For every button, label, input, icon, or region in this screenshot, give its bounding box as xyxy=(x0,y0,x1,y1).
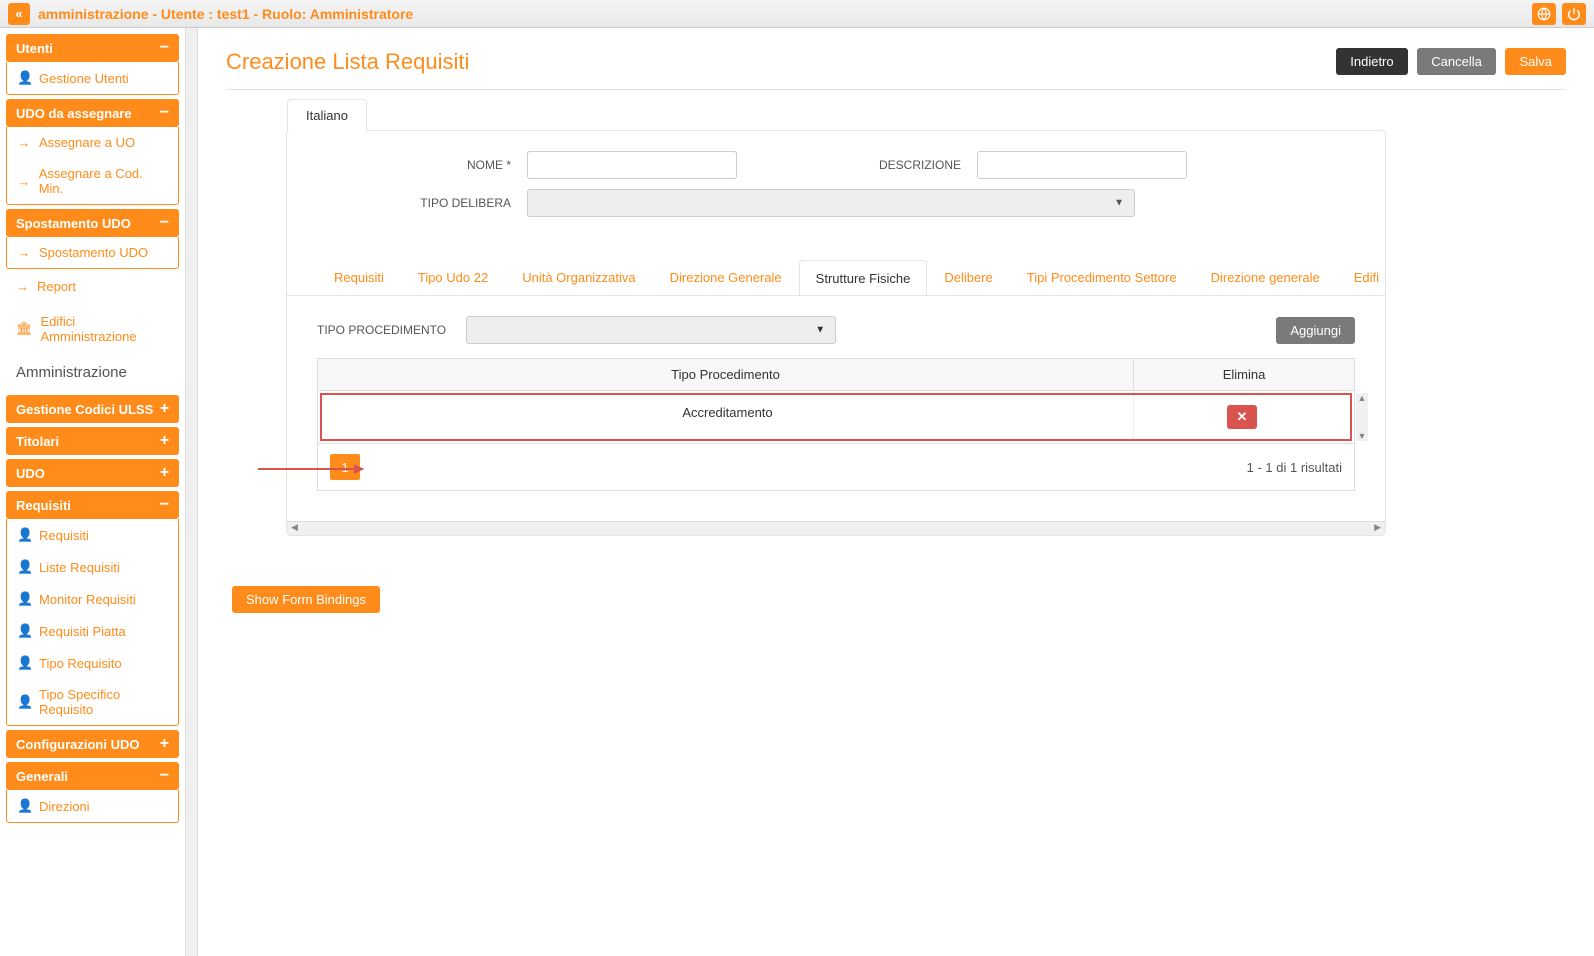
tab-direzione-generale-2[interactable]: Direzione generale xyxy=(1194,259,1337,295)
inner-tabs: Requisiti Tipo Udo 22 Unità Organizzativ… xyxy=(287,259,1385,296)
sidebar-section-gestione-codici[interactable]: Gestione Codici ULSS+ xyxy=(6,395,179,423)
arrow-right-icon: → xyxy=(17,245,31,260)
expand-icon: + xyxy=(160,433,169,449)
tab-requisiti[interactable]: Requisiti xyxy=(317,259,401,295)
tipo-procedimento-select[interactable]: ▼ xyxy=(466,316,836,344)
sidebar-label-amministrazione: Amministrazione xyxy=(6,354,179,391)
tab-strutture-fisiche[interactable]: Strutture Fisiche xyxy=(799,260,928,296)
collapse-icon: − xyxy=(160,497,169,513)
sidebar-item-gestione-utenti[interactable]: 👤Gestione Utenti xyxy=(7,62,178,94)
nome-label: NOME * xyxy=(327,158,527,172)
cell-tipo-procedimento: Accreditamento xyxy=(322,395,1134,439)
sidebar-item-assegnare-codmin[interactable]: →Assegnare a Cod. Min. xyxy=(7,158,178,204)
user-icon: 👤 xyxy=(17,70,31,86)
arrow-right-icon: → xyxy=(16,279,29,294)
sidebar-section-titolari[interactable]: Titolari+ xyxy=(6,427,179,455)
form-card: Italiano NOME * DESCRIZIONE TIPO DEL xyxy=(286,130,1386,536)
arrow-right-icon: → xyxy=(17,174,31,189)
sidebar: Utenti− 👤Gestione Utenti UDO da assegnar… xyxy=(0,28,185,956)
app-title: amministrazione - Utente : test1 - Ruolo… xyxy=(38,6,1526,22)
tab-tipi-procedimento-settore[interactable]: Tipi Procedimento Settore xyxy=(1010,259,1194,295)
th-tipo-procedimento: Tipo Procedimento xyxy=(318,359,1134,390)
arrow-up-icon: ▲ xyxy=(1356,393,1368,403)
sidebar-item-tipo-requisito[interactable]: 👤Tipo Requisito xyxy=(7,647,178,679)
globe-icon[interactable] xyxy=(1532,3,1556,25)
page-title: Creazione Lista Requisiti xyxy=(226,49,469,75)
delete-button[interactable]: ✕ xyxy=(1227,405,1257,429)
cancel-button[interactable]: Cancella xyxy=(1417,48,1496,75)
sidebar-section-configurazioni[interactable]: Configurazioni UDO+ xyxy=(6,730,179,758)
annotation-arrow xyxy=(258,468,363,470)
sidebar-section-generali[interactable]: Generali− xyxy=(6,762,179,790)
caret-down-icon: ▼ xyxy=(1114,198,1124,209)
sidebar-section-spostamento[interactable]: Spostamento UDO− xyxy=(6,209,179,237)
caret-down-icon: ▼ xyxy=(815,325,825,336)
collapse-icon: − xyxy=(160,40,169,56)
arrow-down-icon: ▼ xyxy=(1356,431,1368,441)
sidebar-item-assegnare-uo[interactable]: →Assegnare a UO xyxy=(7,127,178,158)
close-icon: ✕ xyxy=(1237,409,1248,425)
user-icon: 👤 xyxy=(17,694,31,710)
user-icon: 👤 xyxy=(17,798,31,814)
results-text: 1 - 1 di 1 risultati xyxy=(1247,460,1342,475)
tipo-delibera-label: TIPO DELIBERA xyxy=(327,196,527,210)
building-icon: 🏛 xyxy=(16,321,33,337)
save-button[interactable]: Salva xyxy=(1505,48,1566,75)
sidebar-item-report[interactable]: →Report xyxy=(6,269,179,304)
tab-edifi[interactable]: Edifi xyxy=(1337,259,1385,295)
main-content: Creazione Lista Requisiti Indietro Cance… xyxy=(198,28,1594,956)
arrow-right-icon: ▶ xyxy=(1370,522,1385,535)
tab-delibere[interactable]: Delibere xyxy=(927,259,1009,295)
expand-icon: + xyxy=(160,465,169,481)
tab-direzione-generale[interactable]: Direzione Generale xyxy=(653,259,799,295)
arrow-left-icon: ◀ xyxy=(287,522,302,535)
user-icon: 👤 xyxy=(17,527,31,543)
data-table: Tipo Procedimento Elimina Accreditamento… xyxy=(317,358,1355,444)
collapse-icon: − xyxy=(160,215,169,231)
sidebar-item-direzioni[interactable]: 👤Direzioni xyxy=(7,790,178,822)
sidebar-item-tipo-specifico-requisito[interactable]: 👤Tipo Specifico Requisito xyxy=(7,679,178,725)
sidebar-item-requisiti-piatta[interactable]: 👤Requisiti Piatta xyxy=(7,615,178,647)
tab-tipo-udo-22[interactable]: Tipo Udo 22 xyxy=(401,259,505,295)
expand-icon: + xyxy=(160,401,169,417)
show-form-bindings-button[interactable]: Show Form Bindings xyxy=(232,586,380,613)
table-vscroll[interactable]: ▲▼ xyxy=(1356,393,1368,441)
power-icon[interactable] xyxy=(1562,3,1586,25)
arrow-right-icon: → xyxy=(17,135,31,150)
add-button[interactable]: Aggiungi xyxy=(1276,317,1355,344)
descrizione-label: DESCRIZIONE xyxy=(837,158,977,172)
user-icon: 👤 xyxy=(17,623,31,639)
sidebar-item-spostamento-udo[interactable]: →Spostamento UDO xyxy=(7,237,178,268)
user-icon: 👤 xyxy=(17,591,31,607)
user-icon: 👤 xyxy=(17,655,31,671)
tipo-procedimento-label: TIPO PROCEDIMENTO xyxy=(317,323,446,337)
back-button[interactable]: Indietro xyxy=(1336,48,1407,75)
user-icon: 👤 xyxy=(17,559,31,575)
sidebar-section-udo[interactable]: UDO+ xyxy=(6,459,179,487)
language-tab[interactable]: Italiano xyxy=(287,99,367,131)
topbar: « amministrazione - Utente : test1 - Ruo… xyxy=(0,0,1594,28)
table-row: Accreditamento ✕ xyxy=(320,393,1352,441)
sidebar-item-edifici[interactable]: 🏛Edifici Amministrazione xyxy=(6,304,179,354)
sidebar-section-requisiti[interactable]: Requisiti− xyxy=(6,491,179,519)
sidebar-scrollbar[interactable] xyxy=(185,28,197,956)
card-hscroll[interactable]: ◀▶ xyxy=(287,521,1385,535)
expand-icon: + xyxy=(160,736,169,752)
collapse-icon: − xyxy=(160,105,169,121)
nome-input[interactable] xyxy=(527,151,737,179)
th-elimina: Elimina xyxy=(1134,359,1354,390)
sidebar-section-utenti[interactable]: Utenti− xyxy=(6,34,179,62)
collapse-icon: − xyxy=(160,768,169,784)
back-button[interactable]: « xyxy=(8,3,30,25)
sidebar-item-monitor-requisiti[interactable]: 👤Monitor Requisiti xyxy=(7,583,178,615)
descrizione-input[interactable] xyxy=(977,151,1187,179)
tipo-delibera-select[interactable]: ▼ xyxy=(527,189,1135,217)
sidebar-item-requisiti[interactable]: 👤Requisiti xyxy=(7,519,178,551)
sidebar-section-udo-assegnare[interactable]: UDO da assegnare− xyxy=(6,99,179,127)
sidebar-item-liste-requisiti[interactable]: 👤Liste Requisiti xyxy=(7,551,178,583)
tab-unita-organizzativa[interactable]: Unità Organizzativa xyxy=(505,259,652,295)
